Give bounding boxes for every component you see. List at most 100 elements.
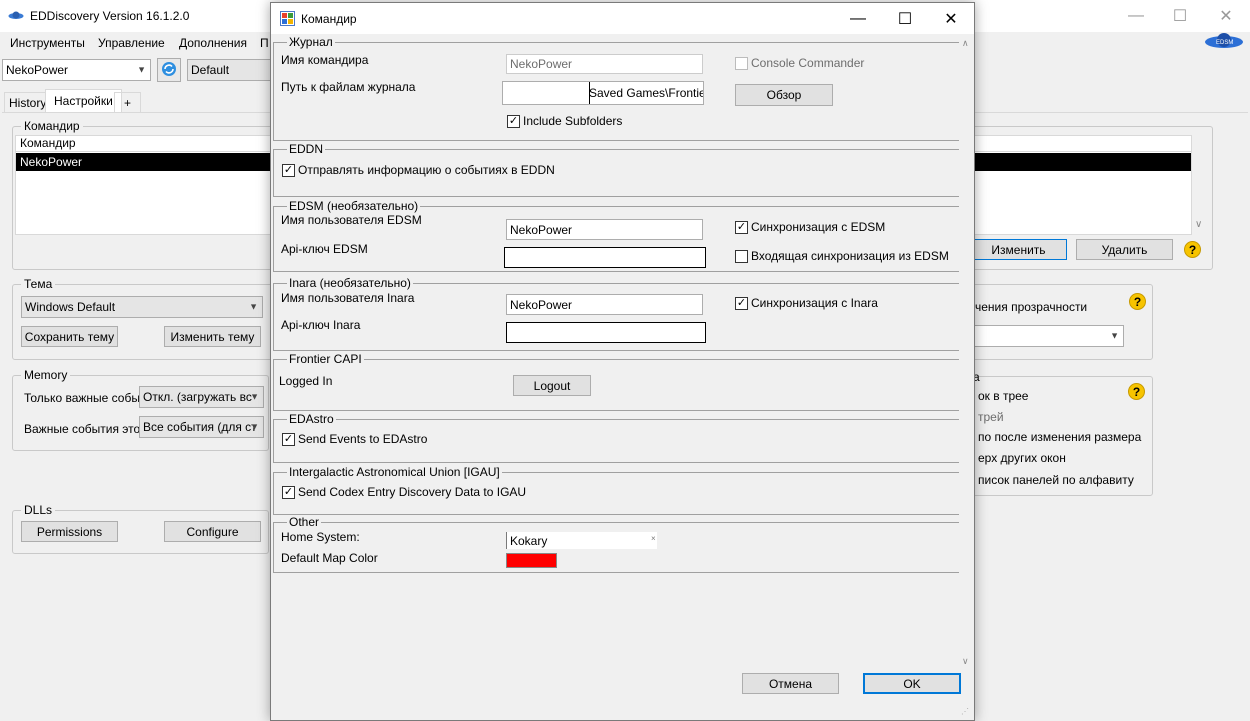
- capi-section-label: Frontier CAPI: [287, 352, 364, 366]
- console-commander-checkbox[interactable]: Console Commander: [735, 56, 864, 70]
- memory-row2-label: Важные события это: [24, 422, 141, 436]
- chevron-down-icon: ▼: [137, 64, 146, 75]
- map-color-swatch[interactable]: [506, 553, 557, 568]
- tab-add[interactable]: +: [114, 92, 142, 112]
- menu-addons[interactable]: Дополнения: [179, 36, 247, 50]
- menu-help[interactable]: П: [260, 36, 269, 50]
- commander-select[interactable]: NekoPower ▼: [2, 59, 151, 81]
- chevron-up-icon[interactable]: ∧: [962, 38, 969, 49]
- chevron-down-icon: ▼: [1110, 330, 1119, 341]
- edsm-apikey-field[interactable]: [504, 247, 706, 268]
- table-row-commander-name: NekoPower: [20, 155, 83, 169]
- menu-tools[interactable]: Инструменты: [10, 36, 85, 50]
- edsm-apikey-label: Api-ключ EDSM: [281, 242, 368, 256]
- eddn-send-checkbox[interactable]: ✓ Отправлять информацию о событиях в EDD…: [282, 163, 555, 177]
- browse-button-label: Обзор: [766, 88, 802, 102]
- eddn-section-label: EDDN: [287, 142, 326, 156]
- delete-commander-button[interactable]: Удалить: [1076, 239, 1173, 260]
- home-system-field[interactable]: Kokary: [506, 532, 657, 549]
- other-section-label: Other: [287, 515, 322, 529]
- inara-sync-checkbox[interactable]: ✓ Синхронизация с Inara: [735, 296, 878, 310]
- journal-path-label: Путь к файлам журнала: [281, 80, 416, 94]
- configure-button[interactable]: Configure: [164, 521, 261, 542]
- commander-name-field[interactable]: NekoPower: [506, 54, 703, 74]
- inara-apikey-field[interactable]: [506, 322, 706, 343]
- edastro-send-checkbox[interactable]: ✓ Send Events to EDAstro: [282, 432, 427, 446]
- edsm-incoming-sync-label: Входящая синхронизация из EDSM: [751, 249, 949, 263]
- transparency-select[interactable]: ▼: [968, 325, 1124, 347]
- main-maximize-button[interactable]: ☐: [1157, 0, 1203, 32]
- inara-username-label: Имя пользователя Inara: [281, 291, 415, 305]
- check-icon: ✓: [507, 114, 520, 128]
- edit-theme-button[interactable]: Изменить тему: [164, 326, 261, 347]
- option-on-top[interactable]: ерх других окон: [978, 451, 1066, 465]
- save-theme-button[interactable]: Сохранить тему: [21, 326, 118, 347]
- main-minimize-button[interactable]: —: [1113, 0, 1159, 32]
- eddn-section: EDDN ✓ Отправлять информацию о событиях …: [273, 142, 959, 197]
- cancel-button[interactable]: Отмена: [742, 673, 839, 694]
- help-icon[interactable]: ?: [1129, 293, 1146, 310]
- edastro-section-label: EDAstro: [287, 412, 336, 426]
- profile-select[interactable]: Default: [187, 59, 271, 81]
- capi-section: Frontier CAPI Logged In Logout: [273, 352, 959, 411]
- edsm-logo-icon: EDSM: [1204, 30, 1244, 55]
- edit-commander-label: Изменить: [991, 242, 1046, 257]
- option-tray[interactable]: ок в трее: [978, 389, 1028, 403]
- dialog-maximize-button[interactable]: ☐: [882, 3, 928, 35]
- journal-path-overlay: [503, 82, 590, 104]
- browse-button[interactable]: Обзор: [735, 84, 833, 106]
- chevron-down-icon[interactable]: ∨: [962, 656, 969, 667]
- journal-path-field[interactable]: Saved Games\Frontier D: [502, 81, 704, 105]
- memory-group: Memory Только важные событ Откл. (загруж…: [12, 368, 269, 451]
- edsm-sync-checkbox[interactable]: ✓ Синхронизация с EDSM: [735, 220, 885, 234]
- journal-section-label: Журнал: [287, 35, 335, 49]
- column-header-commander[interactable]: Командир: [20, 136, 76, 150]
- include-subfolders-label: Include Subfolders: [523, 114, 623, 128]
- help-icon[interactable]: ?: [1128, 383, 1145, 400]
- theme-select[interactable]: Windows Default ▼: [21, 296, 263, 318]
- chevron-down-icon: ▼: [250, 421, 259, 432]
- edit-theme-label: Изменить тему: [170, 329, 255, 344]
- dialog-close-button[interactable]: ✕: [928, 3, 974, 35]
- permissions-button[interactable]: Permissions: [21, 521, 118, 542]
- check-icon: ✓: [735, 220, 748, 234]
- checkbox-box: [735, 56, 748, 70]
- help-icon[interactable]: ?: [1184, 241, 1201, 258]
- option-sort-panels[interactable]: писок панелей по алфавиту: [978, 473, 1134, 487]
- logout-button-label: Logout: [533, 378, 571, 393]
- main-close-button[interactable]: ✕: [1203, 0, 1249, 32]
- clear-icon[interactable]: ×: [651, 534, 656, 543]
- app-logo-icon: [8, 9, 24, 26]
- edsm-section: EDSM (необязательно) Имя пользователя ED…: [273, 199, 959, 272]
- option-tray-only[interactable]: трей: [978, 410, 1004, 424]
- memory-row2-select[interactable]: Все события (для ст ▼: [139, 416, 264, 438]
- logout-button[interactable]: Logout: [513, 375, 591, 396]
- igau-send-label: Send Codex Entry Discovery Data to IGAU: [298, 485, 527, 499]
- edit-commander-button[interactable]: Изменить: [970, 239, 1067, 260]
- tab-history-label: History: [9, 95, 47, 110]
- refresh-button[interactable]: [157, 58, 181, 82]
- chevron-down-icon[interactable]: ∨: [1195, 219, 1202, 230]
- dialog-scrollbar[interactable]: ∧ ∨: [959, 36, 974, 719]
- configure-label: Configure: [186, 524, 239, 539]
- theme-group-label: Тема: [21, 277, 56, 291]
- inara-username-field[interactable]: NekoPower: [506, 294, 703, 315]
- commanders-group-label: Командир: [21, 119, 83, 133]
- option-after-resize[interactable]: по после изменения размера: [978, 430, 1141, 444]
- chevron-down-icon: ▼: [249, 301, 258, 312]
- tab-settings[interactable]: Настройки: [45, 89, 122, 112]
- menu-manage[interactable]: Управление: [98, 36, 165, 50]
- resize-grip-icon[interactable]: ⋰: [961, 707, 969, 716]
- edsm-username-field[interactable]: NekoPower: [506, 219, 703, 240]
- ok-button[interactable]: OK: [863, 673, 961, 694]
- memory-row1-select[interactable]: Откл. (загружать вс ▼: [139, 386, 264, 408]
- check-icon: ✓: [735, 296, 748, 310]
- edsm-incoming-sync-checkbox[interactable]: Входящая синхронизация из EDSM: [735, 249, 949, 263]
- inara-section-label: Inara (необязательно): [287, 276, 413, 290]
- dialog-minimize-button[interactable]: —: [835, 3, 881, 35]
- igau-send-checkbox[interactable]: ✓ Send Codex Entry Discovery Data to IGA…: [282, 485, 526, 499]
- include-subfolders-checkbox[interactable]: ✓ Include Subfolders: [507, 114, 622, 128]
- edastro-send-label: Send Events to EDAstro: [298, 432, 428, 446]
- commander-name-value: NekoPower: [510, 57, 573, 71]
- commander-dialog: Командир — ☐ ✕ ∧ ∨ Журнал Имя командира …: [270, 2, 975, 721]
